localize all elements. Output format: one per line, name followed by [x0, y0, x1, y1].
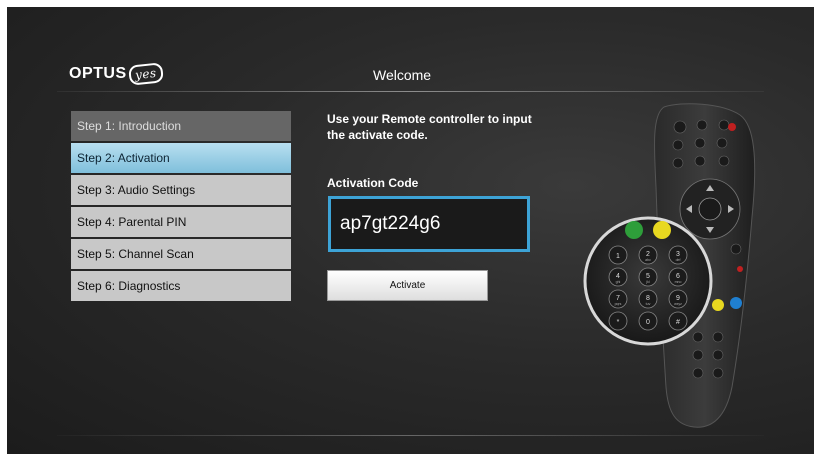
- keypad-letters: tuv: [646, 302, 651, 306]
- step-parental-pin[interactable]: Step 4: Parental PIN: [71, 207, 291, 237]
- keypad-letters: abc: [645, 258, 651, 262]
- keypad-letters: ghi: [616, 280, 621, 284]
- keypad-letters: def: [676, 258, 681, 262]
- step-introduction[interactable]: Step 1: Introduction: [71, 111, 291, 141]
- keypad-digit: 2: [646, 251, 650, 258]
- keypad-digit: #: [676, 319, 680, 326]
- activation-code-label: Activation Code: [327, 176, 419, 190]
- keypad-digit: 9: [676, 295, 680, 302]
- keypad-digit: 5: [646, 273, 650, 280]
- instruction-text: Use your Remote controller to input the …: [327, 112, 532, 142]
- step-channel-scan[interactable]: Step 5: Channel Scan: [71, 239, 291, 269]
- activate-button[interactable]: Activate: [327, 270, 488, 301]
- brand-name: OPTUS: [69, 65, 127, 82]
- yellow-key-icon: [653, 221, 671, 239]
- keypad-digit: 0: [646, 319, 650, 326]
- step-activation[interactable]: Step 2: Activation: [71, 143, 291, 173]
- brand-tag: yes: [127, 62, 164, 86]
- green-key-icon: [625, 221, 643, 239]
- keypad-digit: 1: [616, 253, 620, 260]
- keypad-letters: jkl: [645, 280, 650, 284]
- keypad-letters: wxyz: [674, 302, 682, 306]
- keypad-digit: *: [617, 319, 620, 326]
- steps-list: Step 1: Introduction Step 2: Activation …: [71, 111, 291, 303]
- setup-screen: OPTUS yes Welcome Step 1: Introduction S…: [7, 7, 814, 454]
- remote-control-illustration: 1 2abc 3def 4ghi 5jkl 6mno 7pqrs 8tuv 9wxyz * 0 #: [583, 103, 756, 428]
- page-title: Welcome: [373, 67, 432, 83]
- keypad-digit: 8: [646, 295, 650, 302]
- keypad-digit: 7: [616, 295, 620, 302]
- yellow-key-icon: [712, 299, 724, 311]
- keypad-letters: pqrs: [615, 302, 622, 306]
- activation-code-input[interactable]: ap7gt224g6: [328, 196, 530, 252]
- step-audio-settings[interactable]: Step 3: Audio Settings: [71, 175, 291, 205]
- power-icon: [728, 123, 736, 131]
- footer-divider: [57, 435, 764, 436]
- step-diagnostics[interactable]: Step 6: Diagnostics: [71, 271, 291, 301]
- keypad-letters: mno: [675, 280, 682, 284]
- optus-logo: OPTUS yes: [69, 62, 164, 86]
- keypad-digit: 6: [676, 273, 680, 280]
- keypad-digit: 4: [616, 273, 620, 280]
- keypad-digit: 3: [676, 251, 680, 258]
- header-divider: [57, 91, 764, 92]
- blue-key-icon: [730, 297, 742, 309]
